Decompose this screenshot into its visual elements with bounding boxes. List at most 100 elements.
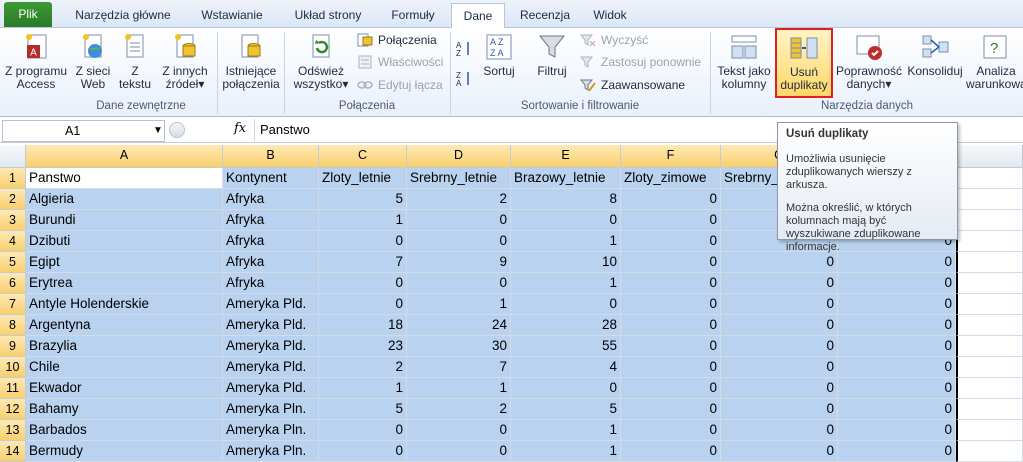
row-header[interactable]: 8	[0, 315, 26, 336]
row-header[interactable]: 12	[0, 399, 26, 420]
cell-b-5[interactable]: Afryka	[223, 252, 319, 273]
cell-c-3[interactable]: 1	[319, 210, 407, 231]
cell-e-10[interactable]: 4	[511, 357, 621, 378]
clear-button[interactable]: Wyczyść	[580, 32, 648, 48]
column-header-c[interactable]: C	[319, 145, 407, 168]
cell-h-9[interactable]: 0	[838, 336, 956, 357]
cell-d-5[interactable]: 9	[407, 252, 511, 273]
cell-f-2[interactable]: 0	[621, 189, 721, 210]
tab-review[interactable]: Recenzja	[510, 3, 580, 28]
cell-a-13[interactable]: Barbados	[26, 420, 223, 441]
cell-h-12[interactable]: 0	[838, 399, 956, 420]
cell-i-12[interactable]	[956, 399, 1023, 420]
cell-e-9[interactable]: 55	[511, 336, 621, 357]
cell-a-1[interactable]: Panstwo	[26, 168, 223, 189]
cell-b-7[interactable]: Ameryka Pld.	[223, 294, 319, 315]
tab-file[interactable]: Plik	[4, 2, 52, 27]
cell-d-4[interactable]: 0	[407, 231, 511, 252]
cell-g-7[interactable]: 0	[721, 294, 838, 315]
cell-a-7[interactable]: Antyle Holenderskie	[26, 294, 223, 315]
cell-b-12[interactable]: Ameryka Pln.	[223, 399, 319, 420]
cell-c-5[interactable]: 7	[319, 252, 407, 273]
cell-g-13[interactable]: 0	[721, 420, 838, 441]
cell-g-8[interactable]: 0	[721, 315, 838, 336]
chevron-down-icon[interactable]: ▼	[153, 121, 163, 141]
cell-e-14[interactable]: 1	[511, 441, 621, 462]
cell-d-9[interactable]: 30	[407, 336, 511, 357]
cell-f-1[interactable]: Zloty_zimowe	[621, 168, 721, 189]
cell-i-4[interactable]	[956, 231, 1023, 252]
row-header[interactable]: 14	[0, 441, 26, 462]
cell-g-10[interactable]: 0	[721, 357, 838, 378]
tab-home[interactable]: Narzędzia główne	[62, 3, 184, 28]
row-header[interactable]: 4	[0, 231, 26, 252]
tab-page-layout[interactable]: Układ strony	[280, 3, 376, 28]
cell-e-3[interactable]: 0	[511, 210, 621, 231]
row-header[interactable]: 9	[0, 336, 26, 357]
cell-f-11[interactable]: 0	[621, 378, 721, 399]
cell-d-14[interactable]: 0	[407, 441, 511, 462]
cell-i-3[interactable]	[956, 210, 1023, 231]
cell-c-11[interactable]: 1	[319, 378, 407, 399]
row-header[interactable]: 7	[0, 294, 26, 315]
cell-e-5[interactable]: 10	[511, 252, 621, 273]
cell-a-12[interactable]: Bahamy	[26, 399, 223, 420]
cell-i-9[interactable]	[956, 336, 1023, 357]
cell-d-1[interactable]: Srebrny_letnie	[407, 168, 511, 189]
column-header-i[interactable]	[956, 145, 1023, 168]
existing-connections-button[interactable]: Istniejące połączenia	[221, 32, 281, 91]
cell-c-9[interactable]: 23	[319, 336, 407, 357]
formula-input[interactable]: Panstwo	[260, 122, 310, 137]
cell-h-7[interactable]: 0	[838, 294, 956, 315]
cell-g-12[interactable]: 0	[721, 399, 838, 420]
cell-i-5[interactable]	[956, 252, 1023, 273]
filter-button[interactable]: Filtruj	[532, 32, 572, 78]
column-header-a[interactable]: A	[26, 145, 223, 168]
refresh-all-button[interactable]: Odśwież wszystko▾	[290, 32, 352, 91]
from-access-button[interactable]: A Z programu Access	[2, 32, 70, 91]
tab-data[interactable]: Dane	[451, 3, 505, 29]
cell-d-11[interactable]: 1	[407, 378, 511, 399]
row-header[interactable]: 5	[0, 252, 26, 273]
cell-e-6[interactable]: 1	[511, 273, 621, 294]
cell-c-13[interactable]: 0	[319, 420, 407, 441]
cell-c-4[interactable]: 0	[319, 231, 407, 252]
cell-a-2[interactable]: Algieria	[26, 189, 223, 210]
cell-a-8[interactable]: Argentyna	[26, 315, 223, 336]
cell-c-2[interactable]: 5	[319, 189, 407, 210]
cell-h-10[interactable]: 0	[838, 357, 956, 378]
cell-i-11[interactable]	[956, 378, 1023, 399]
cell-a-11[interactable]: Ekwador	[26, 378, 223, 399]
cell-b-3[interactable]: Afryka	[223, 210, 319, 231]
cell-h-8[interactable]: 0	[838, 315, 956, 336]
edit-links-button[interactable]: Edytuj łącza	[357, 77, 443, 93]
sort-button[interactable]: A ZZ A Sortuj	[480, 32, 518, 78]
cell-d-2[interactable]: 2	[407, 189, 511, 210]
cell-c-12[interactable]: 5	[319, 399, 407, 420]
from-text-button[interactable]: Ztekstu	[116, 32, 154, 91]
cell-c-14[interactable]: 0	[319, 441, 407, 462]
cell-a-4[interactable]: Dzibuti	[26, 231, 223, 252]
cell-b-11[interactable]: Ameryka Pld.	[223, 378, 319, 399]
cell-h-11[interactable]: 0	[838, 378, 956, 399]
cell-a-6[interactable]: Erytrea	[26, 273, 223, 294]
cell-e-8[interactable]: 28	[511, 315, 621, 336]
cell-i-14[interactable]	[956, 441, 1023, 462]
cell-e-13[interactable]: 1	[511, 420, 621, 441]
cell-b-8[interactable]: Ameryka Pld.	[223, 315, 319, 336]
row-header[interactable]: 11	[0, 378, 26, 399]
cell-e-4[interactable]: 1	[511, 231, 621, 252]
cell-i-7[interactable]	[956, 294, 1023, 315]
cell-d-13[interactable]: 0	[407, 420, 511, 441]
cell-a-14[interactable]: Bermudy	[26, 441, 223, 462]
cell-a-10[interactable]: Chile	[26, 357, 223, 378]
cell-d-7[interactable]: 1	[407, 294, 511, 315]
cell-f-4[interactable]: 0	[621, 231, 721, 252]
cell-i-10[interactable]	[956, 357, 1023, 378]
text-to-columns-button[interactable]: Tekst jako kolumny	[714, 32, 774, 91]
cell-d-8[interactable]: 24	[407, 315, 511, 336]
cell-g-11[interactable]: 0	[721, 378, 838, 399]
cell-g-9[interactable]: 0	[721, 336, 838, 357]
advanced-button[interactable]: Zaawansowane	[580, 77, 685, 93]
cell-f-7[interactable]: 0	[621, 294, 721, 315]
